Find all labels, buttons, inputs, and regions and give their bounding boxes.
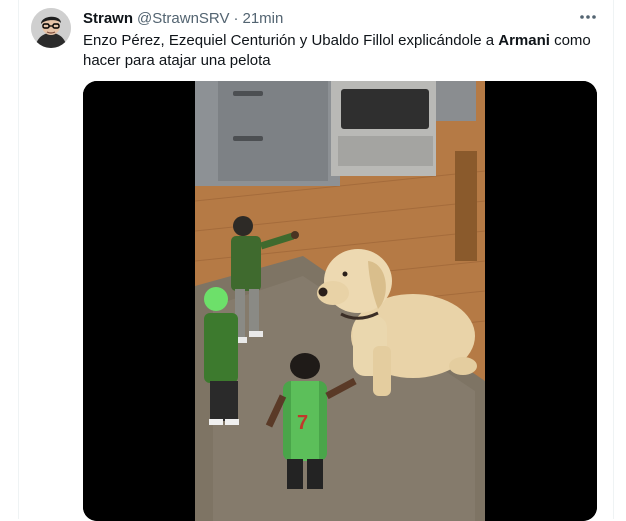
tweet-text-mention: Armani [498, 32, 550, 49]
video-frame: 7 [83, 81, 597, 521]
avatar-glasses-icon [31, 8, 71, 48]
tweet-text: Enzo Pérez, Ezequiel Centurión y Ubaldo … [83, 31, 603, 71]
header-separator: · [233, 9, 239, 27]
more-horizontal-icon [580, 15, 596, 19]
tweet-header: Strawn @StrawnSRV · 21min [83, 8, 283, 28]
author-name[interactable]: Strawn [83, 10, 133, 27]
video-scene: 7 [194, 81, 486, 521]
author-handle[interactable]: @StrawnSRV [137, 10, 229, 27]
tweet-timestamp[interactable]: 21min [243, 10, 284, 27]
tweet-video[interactable]: 7 [83, 81, 597, 521]
more-options-button[interactable] [575, 6, 601, 28]
jersey-number: 7 [297, 412, 308, 434]
author-avatar[interactable] [31, 8, 71, 48]
tweet-text-start: Enzo Pérez, Ezequiel Centurión y Ubaldo … [83, 32, 499, 49]
